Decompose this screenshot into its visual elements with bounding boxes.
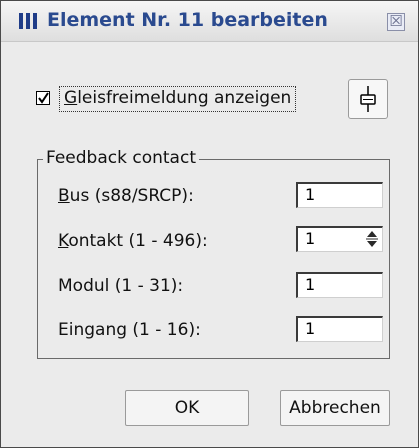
input-number-field[interactable]: 1: [296, 316, 383, 342]
contact-value: 1: [305, 229, 316, 248]
edit-element-dialog: Element Nr. 11 bearbeiten ☒ Gleisfreimel…: [0, 0, 419, 448]
show-occupancy-checkbox[interactable]: [36, 91, 50, 105]
label-text: ontakt (1 - 496):: [68, 231, 208, 251]
label-text: Modul (1 - 31):: [58, 276, 184, 296]
track-element-icon: [360, 86, 376, 112]
contact-label: Kontakt (1 - 496):: [58, 231, 208, 251]
track-element-button[interactable]: [348, 79, 388, 119]
label-text: Eingang (1 - 16):: [58, 320, 201, 340]
ok-button[interactable]: OK: [125, 390, 249, 426]
label-text: leisfreimeldung anzeigen: [77, 88, 292, 108]
module-input[interactable]: 1: [296, 272, 383, 298]
bus-label: Bus (s88/SRCP):: [58, 186, 194, 206]
contact-spinbox[interactable]: 1: [296, 226, 383, 252]
close-button[interactable]: ☒: [387, 13, 405, 31]
app-icon: [19, 13, 37, 29]
input-label: Eingang (1 - 16):: [58, 320, 201, 340]
title-bar[interactable]: Element Nr. 11 bearbeiten ☒: [1, 1, 418, 42]
spinner-arrows-icon[interactable]: [366, 230, 378, 248]
mnemonic-letter: B: [58, 186, 70, 206]
checkmark-icon: [38, 92, 49, 104]
window-title: Element Nr. 11 bearbeiten: [47, 9, 328, 31]
mnemonic-letter: K: [58, 231, 69, 251]
feedback-contact-title: Feedback contact: [43, 148, 199, 168]
label-text: us (s88/SRCP):: [69, 186, 194, 206]
cancel-button[interactable]: Abbrechen: [280, 390, 390, 426]
module-label: Modul (1 - 31):: [58, 276, 183, 296]
show-occupancy-label[interactable]: Gleisfreimeldung anzeigen: [59, 86, 297, 112]
mnemonic-letter: G: [64, 88, 78, 108]
bus-input[interactable]: 1: [296, 182, 383, 208]
